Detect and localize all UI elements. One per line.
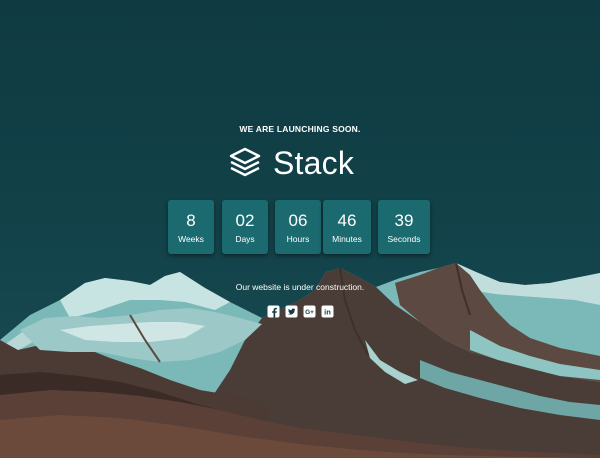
countdown-value: 06	[288, 211, 308, 230]
countdown-label: Hours	[286, 234, 310, 244]
construction-note: Our website is under construction.	[235, 282, 365, 292]
google-plus-icon[interactable]: G+	[303, 305, 316, 318]
svg-text:G+: G+	[305, 309, 314, 316]
countdown-weeks: 8 Weeks	[168, 200, 214, 254]
countdown-value: 02	[235, 211, 255, 230]
brand-name: Stack	[273, 145, 355, 181]
launch-content: WE ARE LAUNCHING SOON. Stack 8 Weeks 02 …	[0, 0, 600, 458]
countdown: 8 Weeks 02 Days 06 Hours 46 Minutes 39 S…	[168, 200, 432, 254]
countdown-seconds: 39 Seconds	[378, 200, 430, 254]
brand[interactable]: Stack	[225, 142, 385, 184]
layers-icon	[229, 147, 261, 177]
facebook-icon[interactable]	[267, 305, 280, 318]
countdown-label: Seconds	[387, 234, 421, 244]
countdown-value: 39	[394, 211, 414, 230]
twitter-icon[interactable]	[285, 305, 298, 318]
launch-eyebrow: WE ARE LAUNCHING SOON.	[239, 124, 361, 134]
linkedin-icon[interactable]: in	[321, 305, 334, 318]
countdown-label: Weeks	[178, 234, 204, 244]
countdown-value: 8	[186, 211, 196, 230]
countdown-value: 46	[337, 211, 357, 230]
countdown-days: 02 Days	[222, 200, 268, 254]
social-links: G+ in	[265, 305, 335, 319]
countdown-hours: 06 Hours	[275, 200, 321, 254]
countdown-minutes: 46 Minutes	[323, 200, 371, 254]
countdown-label: Days	[235, 234, 255, 244]
countdown-label: Minutes	[332, 234, 362, 244]
svg-text:in: in	[324, 308, 331, 317]
